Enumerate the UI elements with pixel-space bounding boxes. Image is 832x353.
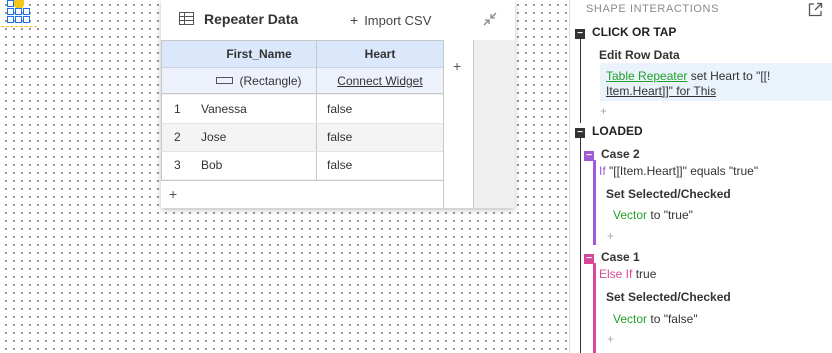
collapse-icon[interactable]: − [584, 254, 594, 264]
case-title: Case 2 [601, 147, 640, 161]
collapse-icon[interactable]: − [584, 151, 594, 161]
action-target[interactable]: Vector [613, 312, 647, 326]
resize-handle[interactable] [15, 16, 22, 23]
action-target[interactable]: Table Repeater [606, 69, 687, 83]
grid-line [161, 123, 443, 124]
collapse-icon[interactable] [482, 11, 498, 27]
selected-widget-marker[interactable] [1, 0, 37, 27]
condition-keyword: If [599, 164, 606, 178]
column-header-first-name[interactable]: First_Name [201, 47, 317, 61]
action-detail-text: to "false" [647, 312, 698, 326]
binding-first-name[interactable]: (Rectangle) [201, 74, 317, 88]
timeline-line [580, 38, 581, 123]
timeline-line [580, 137, 581, 353]
action-detail[interactable]: Vector to "true" [613, 208, 693, 222]
dialog-title: Repeater Data [204, 11, 299, 27]
selection-guide [1, 26, 37, 27]
event-click-or-tap[interactable]: − CLICK OR TAP [575, 25, 676, 39]
table-row[interactable]: 3 Bob false [161, 151, 443, 179]
row-number: 3 [174, 158, 181, 172]
heart-cell[interactable]: false [327, 102, 352, 116]
condition-text: "[[Item.Heart]]" equals "true" [605, 164, 759, 178]
column-header-heart[interactable]: Heart [317, 47, 443, 61]
row-number: 2 [174, 130, 181, 144]
action-title[interactable]: Set Selected/Checked [606, 290, 731, 304]
first-name-cell[interactable]: Vanessa [201, 102, 247, 116]
action-target[interactable]: Vector [613, 208, 647, 222]
dialog-header: Repeater Data + Import CSV [161, 0, 515, 40]
grid-line [161, 151, 443, 152]
first-name-cell[interactable]: Bob [201, 158, 222, 172]
shape-interactions-panel: SHAPE INTERACTIONS − CLICK OR TAP Edit Ro… [569, 0, 832, 353]
event-label: LOADED [592, 124, 643, 138]
connect-widget-link[interactable]: Connect Widget [317, 74, 443, 88]
repeater-data-grid: First_Name Heart (Rectangle) Connect Wid… [161, 40, 515, 208]
import-csv-label: Import CSV [364, 13, 432, 28]
add-action-button[interactable]: + [607, 229, 614, 243]
add-action-button[interactable]: + [607, 332, 614, 346]
add-row-button[interactable]: + [161, 180, 443, 208]
resize-handle[interactable] [7, 0, 14, 7]
resize-handle[interactable] [15, 8, 22, 15]
table-row[interactable]: 1 Vanessa false [161, 95, 443, 123]
case-bar [593, 160, 596, 245]
event-label: CLICK OR TAP [592, 25, 677, 39]
case-2-header[interactable]: − Case 2 [584, 147, 640, 161]
case-condition[interactable]: Else If true [599, 267, 656, 281]
action-title[interactable]: Set Selected/Checked [606, 187, 731, 201]
resize-handle[interactable] [23, 8, 30, 15]
case-1-header[interactable]: − Case 1 [584, 250, 640, 264]
action-detail-line2: Item.Heart]]" for This [606, 84, 717, 98]
condition-text: true [632, 267, 657, 281]
action-detail-text: set Heart to "[[! [687, 69, 771, 83]
table-row[interactable]: 2 Jose false [161, 123, 443, 151]
first-name-cell[interactable]: Jose [201, 130, 226, 144]
plus-icon: + [453, 58, 462, 74]
panel-title: SHAPE INTERACTIONS [586, 3, 720, 15]
event-loaded[interactable]: − LOADED [575, 124, 643, 138]
action-detail[interactable]: Table Repeater set Heart to "[[! [606, 69, 770, 83]
collapse-icon[interactable]: − [575, 29, 585, 39]
case-bar [593, 263, 596, 353]
rectangle-icon [216, 77, 234, 84]
case-condition[interactable]: If "[[Item.Heart]]" equals "true" [599, 164, 758, 178]
resize-handle[interactable] [7, 8, 14, 15]
plus-icon: + [169, 186, 178, 202]
binding-first-name-label: (Rectangle) [239, 74, 302, 88]
action-title[interactable]: Edit Row Data [599, 48, 680, 62]
resize-handle[interactable] [23, 16, 30, 23]
condition-keyword: Else If [599, 267, 633, 281]
action-detail[interactable]: Vector to "false" [613, 312, 698, 326]
add-column-button[interactable]: + [443, 40, 474, 208]
grid-line [161, 40, 443, 41]
grid-line [161, 40, 162, 180]
grid-line [316, 40, 317, 180]
import-csv-button[interactable]: + Import CSV [350, 12, 431, 28]
resize-handle[interactable] [7, 16, 14, 23]
row-number: 1 [174, 102, 181, 116]
collapse-icon[interactable]: − [575, 128, 585, 138]
add-action-button[interactable]: + [600, 104, 607, 118]
open-external-icon[interactable] [808, 2, 823, 17]
heart-cell[interactable]: false [327, 158, 352, 172]
case-title: Case 1 [601, 250, 640, 264]
repeater-data-dialog: Repeater Data + Import CSV First_Name Hea… [161, 0, 515, 208]
heart-cell[interactable]: false [327, 130, 352, 144]
action-detail-text: to "true" [647, 208, 693, 222]
table-icon [179, 12, 194, 25]
plus-icon: + [350, 12, 359, 28]
